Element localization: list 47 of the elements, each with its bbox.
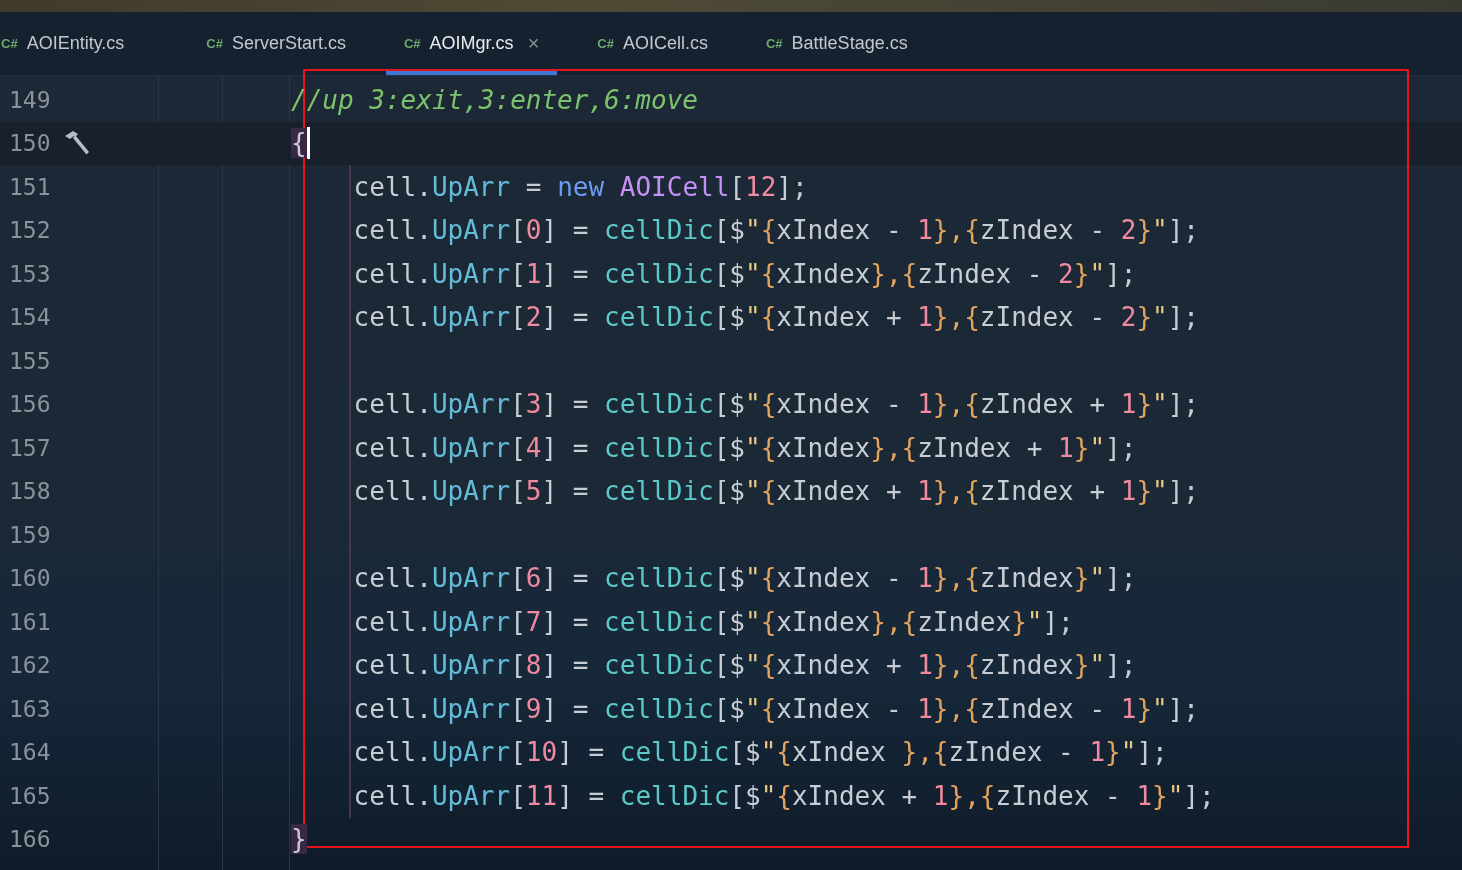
line-number: 151	[8, 173, 52, 200]
line-number: 160	[8, 565, 52, 592]
line-number: 156	[8, 391, 52, 418]
file-tab[interactable]: C# BattleStage.cs	[747, 12, 926, 75]
file-tab[interactable]: C# AOICell.cs	[579, 12, 726, 75]
csharp-file-icon: C#	[597, 36, 614, 51]
line-number: 152	[8, 217, 52, 244]
code-line: cell.UpArr[11] = cellDic[$"{xIndex + 1},{zIndex - 1}"];	[353, 780, 1215, 811]
csharp-file-icon: C#	[1, 36, 18, 51]
code-line: cell.UpArr[5] = cellDic[$"{xIndex + 1},{zIndex + 1}"];	[353, 476, 1199, 507]
line-number: 158	[8, 478, 52, 505]
line-number: 161	[8, 608, 52, 635]
tab-label: BattleStage.cs	[791, 33, 908, 54]
code-line: cell.UpArr[4] = cellDic[$"{xIndex},{zIndex + 1}"];	[353, 432, 1137, 463]
code-line: cell.UpArr[10] = cellDic[$"{xIndex },{zIndex - 1}"];	[353, 737, 1168, 768]
line-number: 163	[8, 695, 52, 722]
line-number: 165	[8, 782, 52, 809]
tab-label: AOICell.cs	[622, 33, 708, 54]
tab-label: AOIEntity.cs	[26, 33, 125, 54]
line-number: 157	[8, 434, 52, 461]
code-line: cell.UpArr[1] = cellDic[$"{xIndex},{zIndex - 2}"];	[353, 258, 1137, 289]
csharp-file-icon: C#	[206, 36, 223, 51]
line-number: 154	[8, 304, 52, 331]
code-line: cell.UpArr[3] = cellDic[$"{xIndex - 1},{zIndex + 1}"];	[353, 389, 1199, 420]
line-number: 149	[8, 86, 52, 113]
csharp-file-icon: C#	[765, 36, 783, 51]
code-line: cell.UpArr[7] = cellDic[$"{xIndex},{zIndex}"];	[353, 606, 1074, 637]
file-tab[interactable]: C# AOIEntity.cs	[0, 12, 143, 75]
csharp-file-icon: C#	[404, 36, 421, 51]
file-tab[interactable]: C# AOIMgr.cs ×	[386, 12, 558, 75]
code-line: cell.UpArr = new AOICell[12];	[353, 171, 808, 202]
line-number: 164	[8, 739, 52, 766]
tab-label: AOIMgr.cs	[429, 33, 514, 54]
code-line: cell.UpArr[8] = cellDic[$"{xIndex + 1},{zIndex}"];	[353, 650, 1137, 681]
close-tab-button[interactable]: ×	[527, 32, 540, 55]
line-number: 155	[8, 347, 52, 374]
code-line: cell.UpArr[0] = cellDic[$"{xIndex - 1},{zIndex - 2}"];	[353, 215, 1199, 246]
code-line: cell.UpArr[9] = cellDic[$"{xIndex - 1},{zIndex - 1}"];	[353, 693, 1199, 724]
line-number: 153	[8, 260, 52, 287]
line-number: 162	[8, 652, 52, 679]
code-line: cell.UpArr[6] = cellDic[$"{xIndex - 1},{zIndex}"];	[353, 563, 1137, 594]
line-number: 166	[8, 826, 52, 853]
line-number: 159	[8, 521, 52, 548]
line-number: 150	[8, 130, 52, 157]
file-tab[interactable]: C# ServerStart.cs	[188, 12, 364, 75]
tab-label: ServerStart.cs	[231, 33, 346, 54]
code-line: cell.UpArr[2] = cellDic[$"{xIndex + 1},{zIndex - 2}"];	[353, 302, 1199, 333]
